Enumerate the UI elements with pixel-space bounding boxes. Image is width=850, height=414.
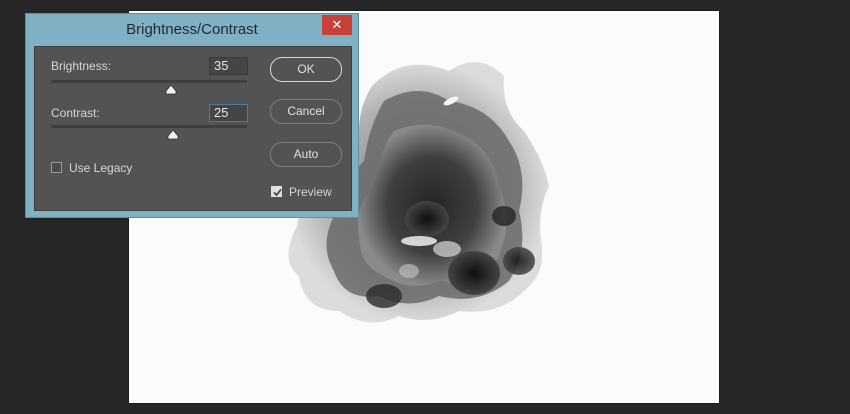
cancel-button[interactable]: Cancel bbox=[270, 99, 342, 124]
use-legacy-checkbox[interactable] bbox=[51, 162, 62, 173]
checkmark-icon bbox=[273, 188, 282, 197]
auto-button[interactable]: Auto bbox=[270, 142, 342, 167]
brightness-input[interactable]: 35 bbox=[209, 57, 248, 75]
dialog-title-bar[interactable]: Brightness/Contrast ✕ bbox=[26, 14, 358, 46]
brightness-slider-thumb[interactable] bbox=[165, 85, 177, 95]
contrast-slider-thumb[interactable] bbox=[167, 130, 179, 140]
contrast-slider-track[interactable] bbox=[51, 125, 247, 128]
close-icon: ✕ bbox=[331, 17, 343, 32]
preview-label: Preview bbox=[289, 185, 332, 199]
dialog-title: Brightness/Contrast bbox=[126, 21, 258, 38]
contrast-input[interactable]: 25 bbox=[209, 104, 248, 122]
use-legacy-label: Use Legacy bbox=[69, 161, 133, 175]
contrast-label: Contrast: bbox=[51, 106, 100, 120]
preview-checkbox[interactable] bbox=[271, 186, 282, 197]
ok-button[interactable]: OK bbox=[270, 57, 342, 82]
dialog-body: Brightness: 35 Contrast: 25 Use Legacy O… bbox=[34, 46, 352, 211]
brightness-slider-track[interactable] bbox=[51, 80, 247, 83]
brightness-label: Brightness: bbox=[51, 59, 112, 73]
close-button[interactable]: ✕ bbox=[322, 15, 352, 35]
brightness-contrast-dialog: Brightness/Contrast ✕ Brightness: 35 Con… bbox=[25, 13, 359, 218]
